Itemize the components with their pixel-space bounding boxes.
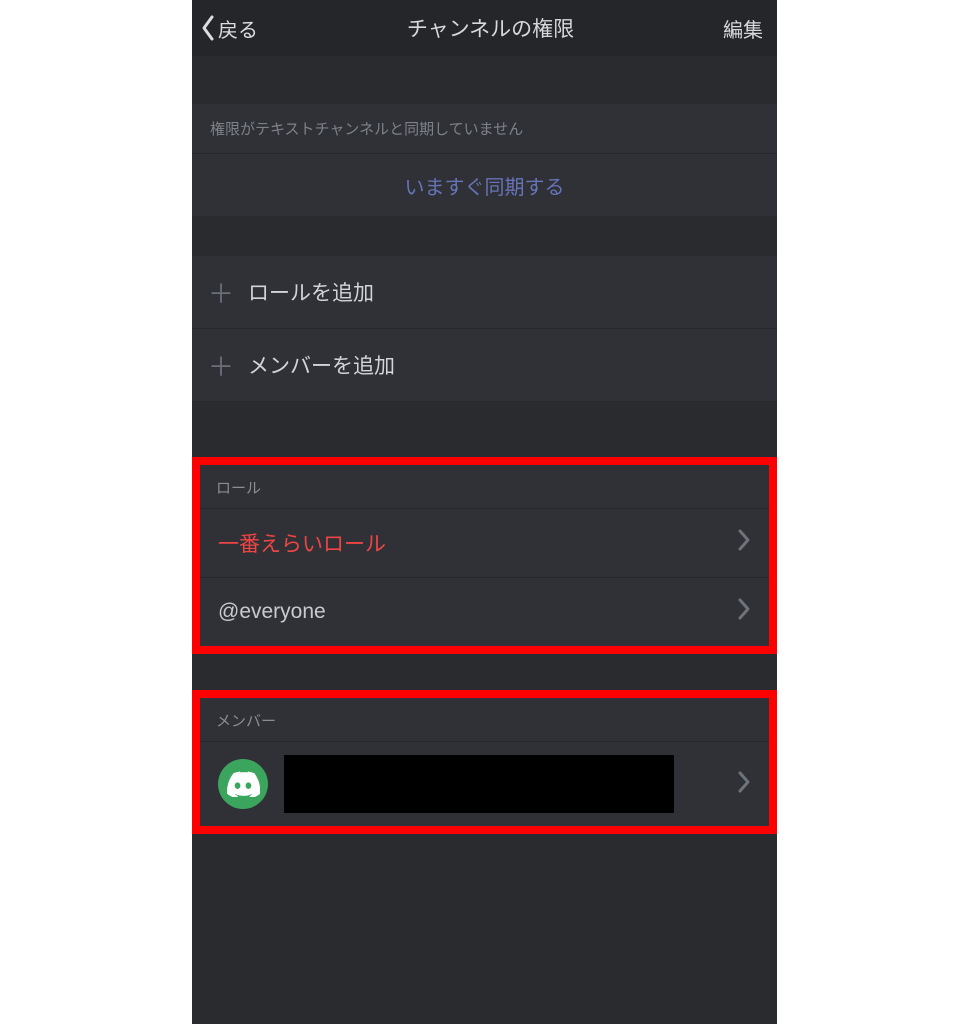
role-name: @everyone	[218, 600, 326, 624]
avatar	[218, 759, 268, 809]
add-member-label: メンバーを追加	[248, 350, 395, 380]
back-button[interactable]: 戻る	[200, 14, 258, 43]
members-highlight-box: メンバー	[192, 690, 777, 834]
back-label: 戻る	[218, 14, 258, 43]
edit-button[interactable]: 編集	[723, 14, 763, 43]
sync-now-button[interactable]: いますぐ同期する	[192, 153, 777, 216]
add-role-button[interactable]: ＋ ロールを追加	[192, 256, 777, 328]
member-row[interactable]	[200, 741, 769, 826]
role-name: 一番えらいロール	[218, 528, 386, 558]
role-row[interactable]: 一番えらいロール	[200, 508, 769, 577]
chevron-right-icon	[737, 528, 751, 558]
members-section-header: メンバー	[200, 698, 769, 741]
discord-icon	[226, 771, 260, 797]
chevron-right-icon	[737, 770, 751, 799]
role-row[interactable]: @everyone	[200, 577, 769, 646]
page-title: チャンネルの権限	[407, 13, 574, 43]
chevron-left-icon	[200, 14, 216, 42]
header-bar: 戻る チャンネルの権限 編集	[192, 0, 777, 56]
add-role-label: ロールを追加	[248, 277, 374, 307]
plus-icon: ＋	[208, 274, 230, 311]
plus-icon: ＋	[208, 347, 230, 384]
chevron-right-icon	[737, 597, 751, 627]
sync-notice: 権限がテキストチャンネルと同期していません	[192, 104, 777, 153]
roles-section-header: ロール	[200, 465, 769, 508]
roles-highlight-box: ロール 一番えらいロール @everyone	[192, 457, 777, 654]
member-name-redacted	[284, 755, 674, 813]
add-member-button[interactable]: ＋ メンバーを追加	[192, 328, 777, 401]
